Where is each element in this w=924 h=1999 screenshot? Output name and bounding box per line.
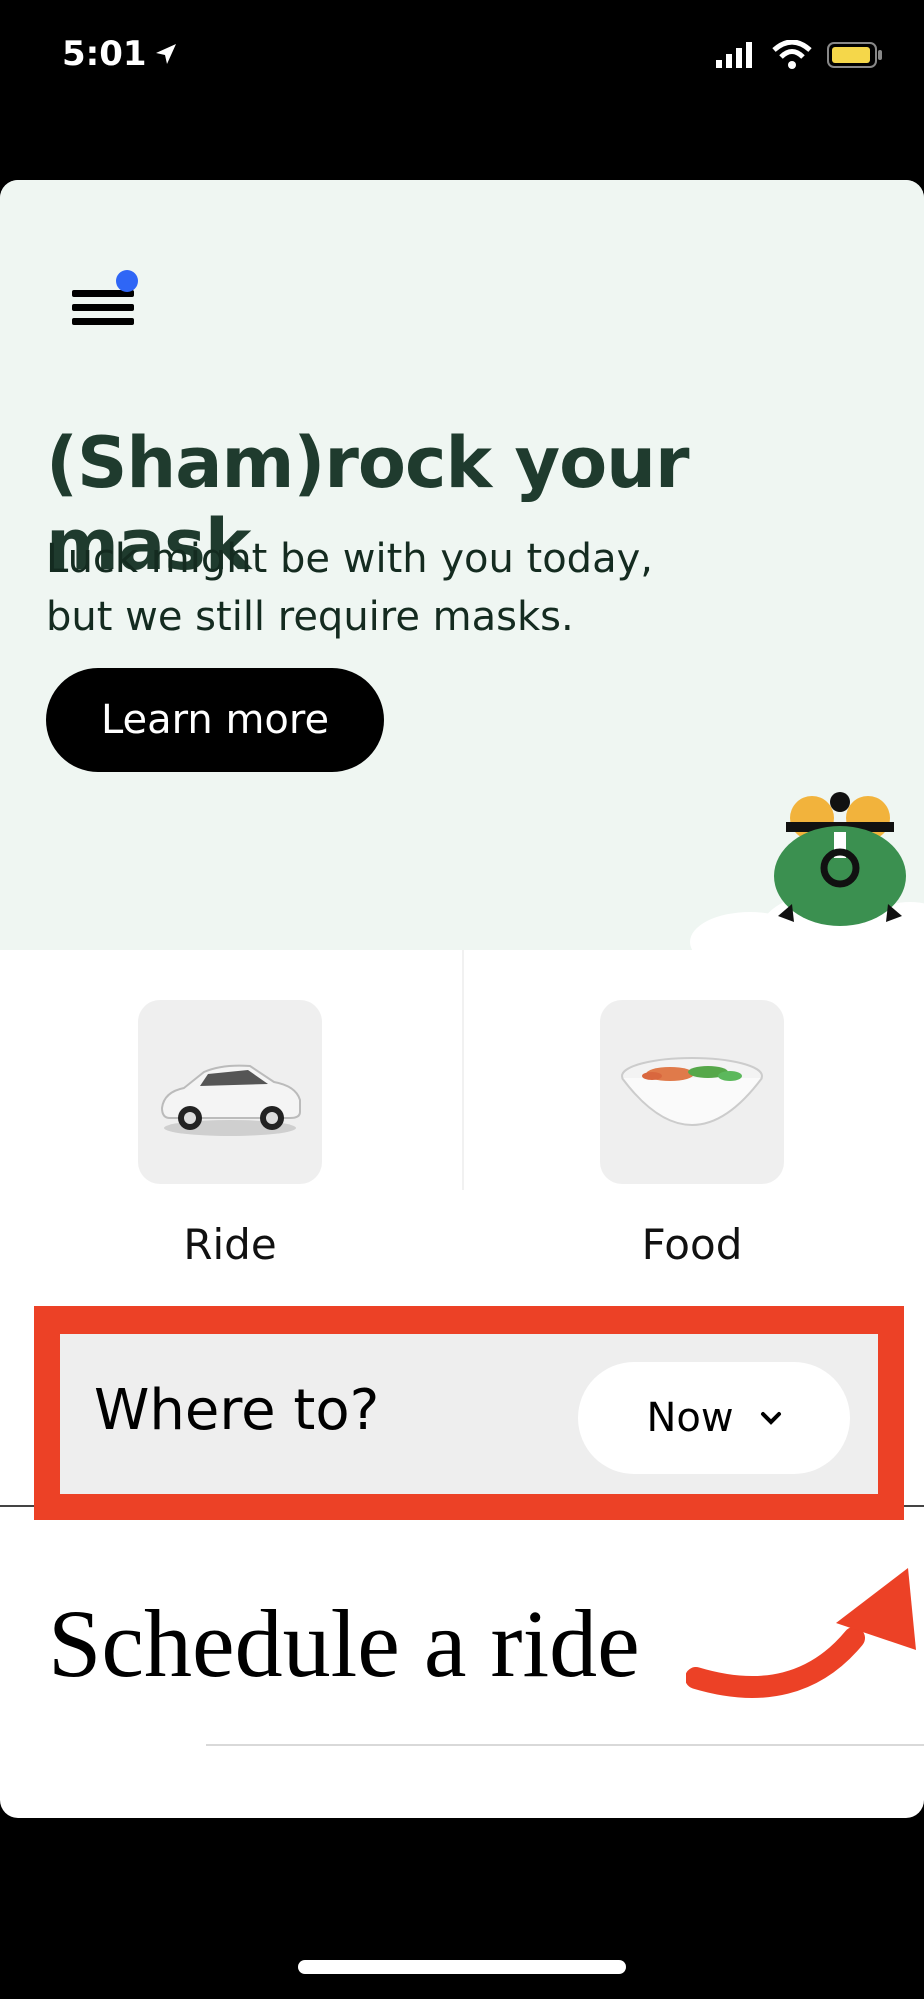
annotation-arrow-icon xyxy=(686,1568,916,1698)
status-bar: 5:01 xyxy=(0,0,924,120)
food-tile[interactable]: Food xyxy=(562,1000,822,1269)
chevron-down-icon xyxy=(760,1412,781,1425)
pot-of-gold-icon xyxy=(774,792,906,926)
schedule-now-button[interactable]: Now xyxy=(578,1362,850,1474)
menu-button[interactable] xyxy=(70,270,140,340)
car-icon xyxy=(160,1064,301,1136)
where-to-search-bar[interactable]: Where to? Now xyxy=(60,1334,878,1494)
now-label: Now xyxy=(646,1395,734,1441)
app-card: (Sham)rock your mask Luck might be with … xyxy=(0,180,924,1818)
schedule-annotation: Schedule a ride xyxy=(48,1590,640,1697)
status-time: 5:01 xyxy=(62,34,147,74)
where-to-highlight: Where to? Now xyxy=(34,1306,904,1520)
status-time-group: 5:01 xyxy=(62,34,179,74)
location-arrow-icon xyxy=(155,44,176,64)
promo-banner: (Sham)rock your mask Luck might be with … xyxy=(0,180,924,952)
list-divider xyxy=(206,1744,924,1746)
status-icons xyxy=(714,40,884,70)
service-tiles: Ride Food xyxy=(0,950,924,1269)
home-indicator[interactable] xyxy=(298,1960,626,1974)
ride-tile-label: Ride xyxy=(183,1220,277,1269)
learn-more-button[interactable]: Learn more xyxy=(46,668,384,772)
promo-subtitle: Luck might be with you today, but we sti… xyxy=(46,530,746,646)
battery-icon xyxy=(827,42,882,68)
where-to-label: Where to? xyxy=(94,1378,380,1443)
food-tile-label: Food xyxy=(641,1220,743,1269)
promo-subtitle-line1: Luck might be with you today, xyxy=(46,536,653,582)
notification-dot xyxy=(116,270,138,292)
promo-subtitle-line2: but we still require masks. xyxy=(46,594,574,640)
wifi-icon xyxy=(772,40,812,69)
ride-tile[interactable]: Ride xyxy=(100,1000,360,1269)
ride-tile-image xyxy=(138,1000,322,1184)
food-bowl-icon xyxy=(621,1057,763,1126)
cellular-signal-icon xyxy=(716,42,752,68)
food-tile-image xyxy=(600,1000,784,1184)
tile-divider xyxy=(462,950,464,1190)
